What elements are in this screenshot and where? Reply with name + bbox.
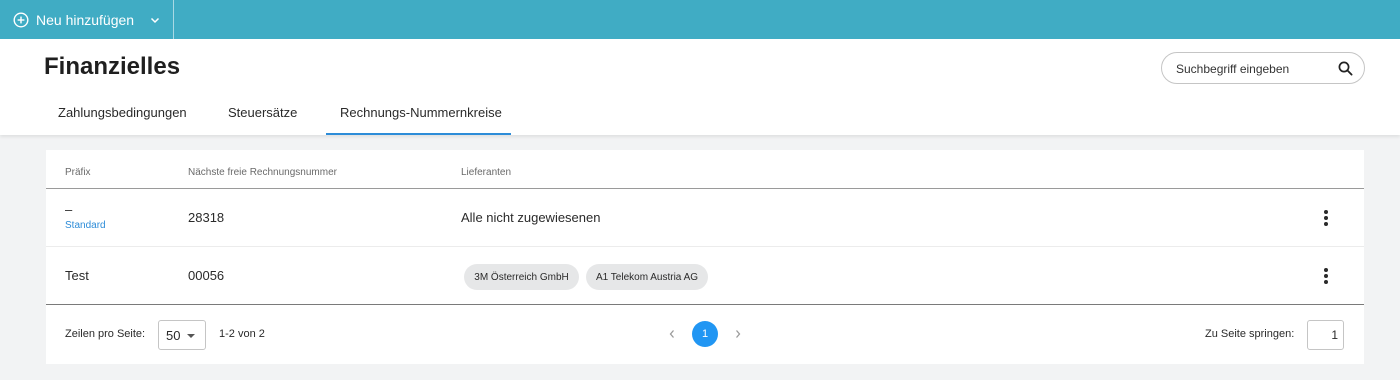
search-icon[interactable] (1338, 61, 1353, 76)
supplier-chip: A1 Telekom Austria AG (586, 264, 708, 290)
rows-per-page-label: Zeilen pro Seite: (65, 328, 146, 340)
column-header-next-number[interactable]: Nächste freie Rechnungsnummer (188, 167, 337, 178)
supplier-chip: 3M Österreich GmbH (464, 264, 579, 290)
tab-tax-rates[interactable]: Steuersätze (228, 105, 297, 120)
tab-payment-terms[interactable]: Zahlungsbedingungen (58, 105, 187, 120)
column-header-prefix[interactable]: Präfix (65, 167, 91, 178)
page-header: Finanzielles Zahlungsbedingungen Steuers… (0, 39, 1400, 135)
rows-per-page-select[interactable]: 50 (158, 320, 206, 350)
more-vertical-icon[interactable] (1323, 210, 1329, 226)
top-bar: Neu hinzufügen (0, 0, 1400, 39)
number-ranges-table: Präfix Nächste freie Rechnungsnummer Lie… (46, 150, 1364, 364)
row-suppliers-text: Alle nicht zugewiesenen (461, 210, 601, 225)
chevron-right-icon[interactable] (733, 327, 743, 341)
row-divider (46, 246, 1364, 247)
plus-circle-icon (13, 11, 29, 28)
page-title: Finanzielles (44, 53, 181, 80)
table-bottom-divider (46, 304, 1364, 305)
caret-down-icon (187, 334, 195, 338)
more-vertical-icon[interactable] (1323, 268, 1329, 284)
add-new-label: Neu hinzufügen (36, 11, 135, 28)
search-box[interactable] (1161, 52, 1365, 84)
standard-badge[interactable]: Standard (65, 220, 106, 231)
column-header-suppliers[interactable]: Lieferanten (461, 167, 511, 178)
active-tab-indicator (326, 133, 511, 135)
rows-per-page-value: 50 (166, 328, 181, 343)
page-button-current[interactable]: 1 (692, 321, 718, 347)
search-input[interactable] (1176, 60, 1326, 78)
add-new-button[interactable]: Neu hinzufügen (0, 0, 174, 39)
row-prefix: – (65, 202, 73, 217)
tab-invoice-number-ranges[interactable]: Rechnungs-Nummernkreise (340, 105, 502, 120)
chevron-down-icon[interactable] (149, 14, 161, 26)
jump-to-page-field[interactable] (1307, 320, 1344, 350)
row-prefix: Test (65, 268, 89, 283)
jump-to-page-input[interactable] (1310, 327, 1338, 343)
header-divider (46, 188, 1364, 189)
jump-to-page-label: Zu Seite springen: (1205, 328, 1295, 340)
page-range-text: 1-2 von 2 (219, 328, 265, 340)
row-next-number: 28318 (188, 210, 225, 225)
row-next-number: 00056 (188, 268, 225, 283)
chevron-left-icon[interactable] (667, 327, 677, 341)
